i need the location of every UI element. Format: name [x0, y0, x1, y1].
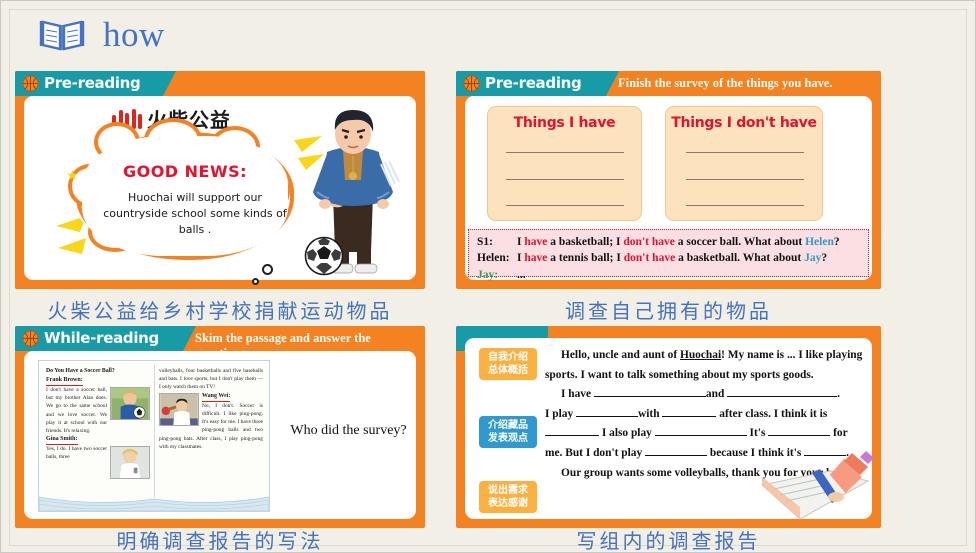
tag-self-introduction: 自我介绍 总体概括 — [479, 348, 537, 380]
tag-line-2: 发表观点 — [488, 433, 528, 444]
survey-box-have[interactable]: Things I have — [487, 106, 642, 221]
survey-write-line[interactable] — [506, 179, 624, 180]
panel-writing-report: 自我介绍 总体概括 介绍藏品 发表观点 说出需求 表达感谢 Hello, unc… — [456, 326, 881, 528]
notebook-pencil-icon — [760, 451, 874, 520]
student-photo-frank — [110, 386, 150, 420]
tag-line-1: 介绍藏品 — [488, 420, 528, 431]
tag-line-2: 表达感谢 — [488, 498, 528, 509]
panel-2-instruction: Finish the survey of the things you have… — [618, 76, 833, 90]
survey-box-dont-have-title: Things I don't have — [671, 115, 817, 131]
student-photo-wangwei — [159, 392, 199, 426]
cloud-tail-big — [262, 264, 273, 275]
essay-paragraph-2: I have and . — [561, 388, 840, 401]
reading-question: Who did the survey? — [290, 423, 407, 438]
survey-write-line[interactable] — [506, 205, 624, 206]
good-news-text-top: Huochai will support our countryside sch… — [103, 191, 287, 236]
soccer-ball-icon — [304, 236, 344, 276]
dialog-line: Helen: I have a tennis ball; I don't have… — [477, 252, 828, 265]
survey-write-line[interactable] — [686, 205, 804, 206]
essay-blank[interactable] — [662, 415, 717, 417]
caption-while-reading: 明确调查报告的写法 — [116, 531, 324, 553]
tag-state-need: 说出需求 表达感谢 — [479, 481, 537, 513]
panel-pre-reading-survey: Pre-reading Finish the survey of the thi… — [456, 71, 881, 289]
survey-write-line[interactable] — [686, 179, 804, 180]
open-book-icon — [39, 20, 85, 51]
dialog-example-box: S1: I have a basketball; I don't have a s… — [468, 229, 869, 281]
textbook-left-column: Do You Have a Soccer Ball? Frank Brown: … — [46, 367, 150, 480]
caption-pre-reading-survey: 调查自己拥有的物品 — [565, 301, 772, 323]
tag-line-1: 自我介绍 — [488, 352, 528, 363]
star-icon: ★ — [66, 169, 79, 184]
panel-3-body: Do You Have a Soccer Ball? Frank Brown: … — [24, 351, 416, 519]
panel-1-header: Pre-reading — [15, 71, 425, 96]
caption-writing-report: 写组内的调查报告 — [576, 531, 761, 553]
book-spine — [154, 365, 155, 497]
basketball-icon — [22, 330, 39, 347]
essay-blank[interactable] — [593, 396, 706, 398]
cloud-tail-small — [252, 278, 259, 285]
speech-cloud-inner: GOOD NEWS: Huochai will support our coun… — [82, 136, 288, 256]
survey-write-line[interactable] — [506, 152, 624, 153]
panel-pre-reading-news: Pre-reading 火柴公益 GOOD NEWS: Huochai will… — [15, 71, 425, 289]
good-news-label-top: GOOD NEWS: — [122, 162, 248, 181]
panel-1-stage-label: Pre-reading — [44, 74, 141, 92]
essay-blank[interactable] — [654, 435, 747, 437]
tag-introduce-collection: 介绍藏品 发表观点 — [479, 416, 537, 448]
student-photo-gina — [110, 446, 150, 480]
tag-line-2: 总体概括 — [488, 365, 528, 376]
panel-2-stage-label: Pre-reading — [485, 74, 582, 92]
tag-line-1: 说出需求 — [488, 485, 528, 496]
essay-blank[interactable] — [727, 396, 838, 398]
essay-blank[interactable] — [576, 415, 639, 417]
panel-3-stage-label: While-reading — [44, 329, 159, 347]
dialog-line: Jay:... — [477, 268, 526, 281]
textbook-right-column: volleyballs, four basketballs and five b… — [159, 367, 263, 451]
book-page-edges — [39, 496, 269, 511]
essay-blank[interactable] — [645, 455, 708, 457]
survey-write-line[interactable] — [686, 152, 804, 153]
dialog-line: S1: I have a basketball; I don't have a s… — [477, 236, 840, 248]
survey-box-have-title: Things I have — [513, 115, 616, 131]
caption-pre-reading-news: 火柴公益给乡村学校捐献运动物品 — [47, 301, 393, 323]
textbook-entry-continued: volleyballs, four basketballs and five b… — [159, 368, 263, 391]
slide-page: how Pre-reading 火柴公益 GOOD NEWS: Huochai … — [0, 0, 976, 553]
page-title-bar: how — [39, 15, 165, 55]
panel-2-body: Things I have Things I don't have S1: I h… — [465, 96, 872, 281]
panel-while-reading: While-reading Skim the passage and answe… — [15, 326, 425, 528]
textbook-entry-name: Frank Brown: — [46, 376, 83, 386]
panel-1-body: 火柴公益 GOOD NEWS: Huochai will support our… — [24, 96, 416, 285]
essay-blank[interactable] — [768, 435, 831, 437]
essay-paragraph-1: Hello, uncle and aunt of Huochai! My nam… — [545, 349, 863, 381]
textbook-entry-name: Gina Smith: — [46, 435, 78, 446]
survey-box-dont-have[interactable]: Things I don't have — [665, 106, 823, 221]
basketball-icon — [463, 75, 480, 92]
panel-4-body: 自我介绍 总体概括 介绍藏品 发表观点 说出需求 表达感谢 Hello, unc… — [465, 338, 874, 520]
textbook-entry-name: Wang Wei: — [202, 392, 231, 402]
essay-blank[interactable] — [545, 435, 599, 437]
basketball-icon — [22, 75, 39, 92]
textbook-page-image: Do You Have a Soccer Ball? Frank Brown: … — [38, 360, 270, 512]
page-title: how — [103, 15, 165, 54]
textbook-title: Do You Have a Soccer Ball? — [46, 368, 115, 374]
panel-2-header: Pre-reading Finish the survey of the thi… — [456, 71, 881, 96]
panel-3-header: While-reading Skim the passage and answe… — [15, 326, 425, 351]
panel-3-instruction: Skim the passage and answer the question… — [195, 331, 371, 351]
